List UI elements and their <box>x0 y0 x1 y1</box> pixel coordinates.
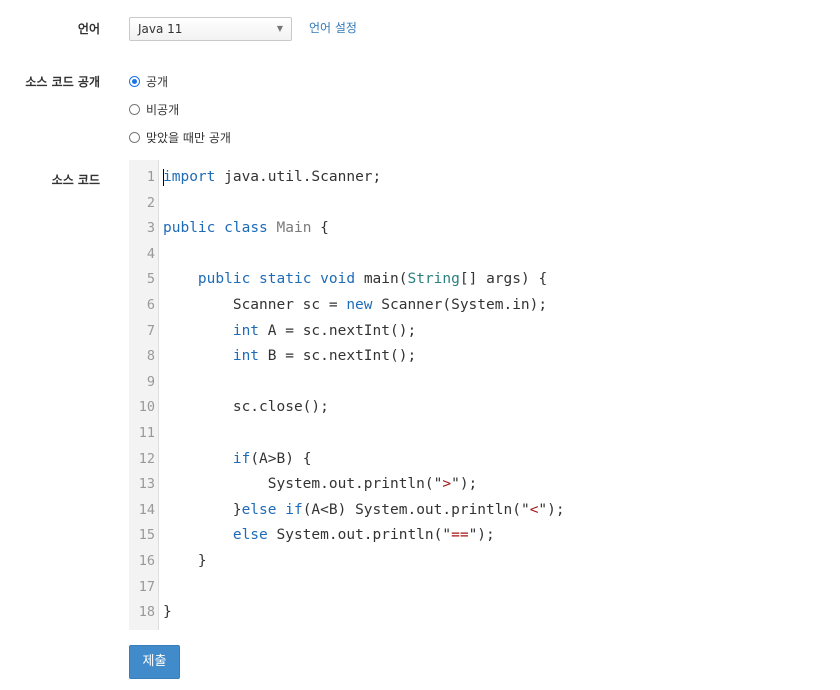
code-line[interactable]: public class Main { <box>163 216 329 242</box>
code-line[interactable]: public static void main(String[] args) { <box>163 267 547 293</box>
line-number: 17 <box>138 578 155 595</box>
code-line[interactable]: int A = sc.nextInt(); <box>163 319 416 345</box>
line-number: 13 <box>138 476 155 493</box>
line-number: 10 <box>138 399 155 416</box>
line-number: 9 <box>146 373 155 390</box>
line-number: 8 <box>146 348 155 365</box>
language-label: 언어 <box>77 22 100 36</box>
line-number: 12 <box>138 450 155 467</box>
radio-public-label: 공개 <box>146 75 169 89</box>
radio-accepted-only-label: 맞았을 때만 공개 <box>146 131 231 145</box>
line-number: 16 <box>138 553 155 569</box>
line-number: 6 <box>146 297 155 313</box>
text-cursor <box>163 169 164 186</box>
code-line[interactable]: System.out.println(">"); <box>163 472 478 498</box>
line-number: 1 <box>146 169 155 185</box>
code-line[interactable]: int B = sc.nextInt(); <box>163 344 416 370</box>
code-line[interactable]: Scanner sc = new Scanner(System.in); <box>163 293 547 319</box>
line-number: 15 <box>138 527 155 544</box>
code-line[interactable]: } <box>163 600 172 626</box>
radio-private-label: 비공개 <box>146 103 180 117</box>
visibility-label: 소스 코드 공개 <box>25 75 100 89</box>
line-number: 4 <box>146 245 155 262</box>
line-number: 5 <box>146 271 155 288</box>
radio-option-public[interactable]: 공개 <box>129 73 168 90</box>
code-line[interactable]: } <box>163 549 207 575</box>
line-number: 11 <box>138 425 155 441</box>
line-number: 3 <box>146 220 155 237</box>
line-number: 14 <box>138 501 155 518</box>
code-line[interactable]: }else if(A<B) System.out.println("<"); <box>163 498 565 524</box>
radio-option-accepted-only[interactable]: 맞았을 때만 공개 <box>129 129 231 146</box>
language-select-value: Java 11 <box>138 22 183 36</box>
line-number: 7 <box>146 322 155 339</box>
code-line[interactable]: sc.close(); <box>163 395 329 421</box>
code-line[interactable]: import java.util.Scanner; <box>163 165 381 191</box>
language-select[interactable]: Java 11 ▼ <box>129 17 292 41</box>
language-settings-link[interactable]: 언어 설정 <box>309 19 357 36</box>
line-number: 2 <box>146 194 155 211</box>
code-editor[interactable]: 1 import java.util.Scanner; 2 3 public class… <box>129 160 779 630</box>
submit-button[interactable]: 제출 <box>129 645 180 679</box>
radio-public[interactable] <box>129 76 140 87</box>
code-line[interactable]: else System.out.println("=="); <box>163 523 495 549</box>
chevron-down-icon: ▼ <box>276 24 283 33</box>
line-number: 18 <box>138 604 155 621</box>
code-line[interactable]: if(A>B) { <box>163 447 312 473</box>
radio-accepted-only[interactable] <box>129 132 140 143</box>
radio-option-private[interactable]: 비공개 <box>129 101 179 118</box>
radio-private[interactable] <box>129 104 140 115</box>
source-code-label: 소스 코드 <box>51 173 100 187</box>
